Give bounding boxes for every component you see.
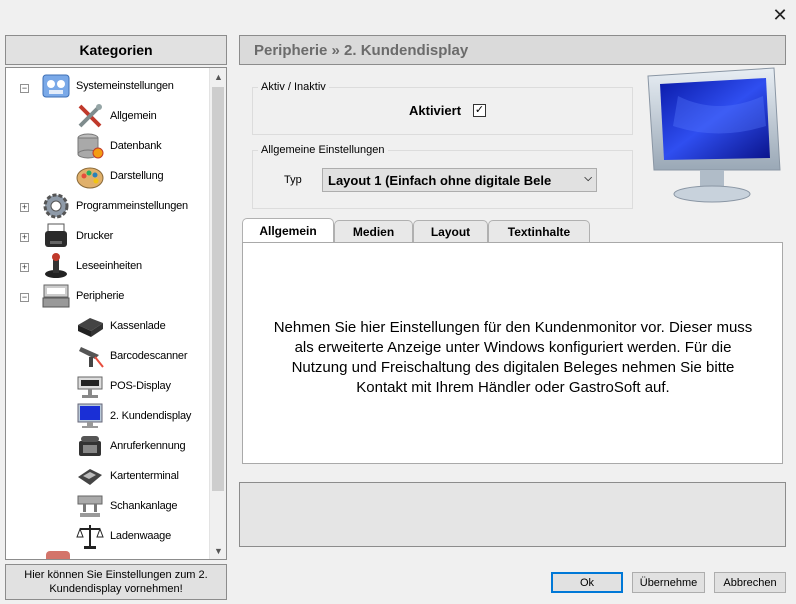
tree-item-leseeinheiten[interactable]: Leseeinheiten: [41, 251, 142, 281]
expand-toggle-leseeinheiten[interactable]: +: [20, 263, 29, 272]
tree-item-label: Kassenlade: [110, 320, 166, 332]
active-checkbox[interactable]: ✓: [473, 104, 486, 117]
apply-button[interactable]: Übernehme: [632, 572, 705, 593]
tab-textinhalte[interactable]: Textinhalte: [488, 220, 590, 242]
tree-item-label: Programmeinstellungen: [76, 200, 188, 212]
tab-allgemein[interactable]: Allgemein: [242, 218, 334, 242]
scale-icon: [75, 521, 105, 551]
card-terminal-icon: [75, 461, 105, 491]
monitor-icon: [75, 401, 105, 431]
collapse-toggle-peripherie[interactable]: −: [20, 293, 29, 302]
chevron-down-icon: ⌵: [584, 173, 592, 184]
tab-layout[interactable]: Layout: [413, 220, 488, 242]
phone-icon: [75, 431, 105, 461]
tree-item-programmeinstellungen[interactable]: Programmeinstellungen: [41, 191, 188, 221]
tree-item-label: Systemeinstellungen: [76, 80, 174, 92]
sidebar-hint: Hier können Sie Einstellungen zum 2. Kun…: [5, 564, 227, 600]
general-group-legend: Allgemeine Einstellungen: [258, 144, 388, 156]
barcode-scanner-icon: [75, 341, 105, 371]
tree-item-barcodescanner[interactable]: Barcodescanner: [75, 341, 188, 371]
tree-item-label: Darstellung: [110, 170, 164, 182]
tree-item-label: Ladenwaage: [110, 530, 172, 542]
gear-icon: [41, 191, 71, 221]
tree-item-schankanlage[interactable]: Schankanlage: [75, 491, 178, 521]
info-text: Nehmen Sie hier Einstellungen für den Ku…: [273, 319, 753, 396]
tree-item-allgemein[interactable]: Allgemein: [75, 101, 157, 131]
tree-item-kartenterminal[interactable]: Kartenterminal: [75, 461, 179, 491]
database-icon: [75, 131, 105, 161]
breadcrumb: Peripherie » 2. Kundendisplay: [239, 35, 786, 65]
active-group-legend: Aktiv / Inaktiv: [258, 81, 329, 93]
type-select[interactable]: Layout 1 (Einfach ohne digitale Bele ⌵: [322, 168, 597, 192]
reader-icon: [41, 251, 71, 281]
tree-item-label: POS-Display: [110, 380, 171, 392]
system-settings-icon: [41, 71, 71, 101]
monitor-illustration: [638, 66, 786, 206]
expand-toggle-drucker[interactable]: +: [20, 233, 29, 242]
collapse-toggle-systemeinstellungen[interactable]: −: [20, 84, 29, 93]
palette-icon: [75, 161, 105, 191]
tree-item-kassenlade[interactable]: Kassenlade: [75, 311, 166, 341]
tab-panel-allgemein: Nehmen Sie hier Einstellungen für den Ku…: [242, 242, 783, 464]
ok-button[interactable]: Ok: [551, 572, 623, 593]
tree-item-label: Allgemein: [110, 110, 157, 122]
tree-item-label: Barcodescanner: [110, 350, 188, 362]
scroll-thumb[interactable]: [212, 87, 224, 491]
close-button[interactable]: ✕: [766, 2, 794, 28]
cash-drawer-icon: [75, 311, 105, 341]
tree-item-pos-display[interactable]: POS-Display: [75, 371, 171, 401]
tree-item-datenbank[interactable]: Datenbank: [75, 131, 162, 161]
scroll-down-icon[interactable]: ▼: [210, 542, 226, 559]
tree-item-darstellung[interactable]: Darstellung: [75, 161, 164, 191]
tree-item-label: 2. Kundendisplay: [110, 410, 192, 422]
tree-item-anruferkennung[interactable]: Anruferkennung: [75, 431, 186, 461]
tools-icon: [75, 101, 105, 131]
tree-item-ladenwaage[interactable]: Ladenwaage: [75, 521, 171, 551]
type-select-value: Layout 1 (Einfach ohne digitale Bele: [328, 172, 552, 188]
type-label: Typ: [284, 174, 302, 186]
status-area: [239, 482, 786, 547]
active-checkbox-label: Aktiviert: [409, 103, 462, 118]
tree-item-label: Peripherie: [76, 290, 125, 302]
expand-toggle-programmeinstellungen[interactable]: +: [20, 203, 29, 212]
tree-item-label: Datenbank: [110, 140, 162, 152]
cancel-button[interactable]: Abbrechen: [714, 572, 786, 593]
tree-item-peripherie[interactable]: Peripherie: [41, 281, 124, 311]
tab-medien[interactable]: Medien: [334, 220, 413, 242]
tree-item-label: Leseeinheiten: [76, 260, 142, 272]
peripherals-icon: [41, 281, 71, 311]
tap-system-icon: [75, 491, 105, 521]
tree-scrollbar[interactable]: ▲ ▼: [209, 68, 226, 559]
tree-item-label: Anruferkennung: [110, 440, 186, 452]
tree-item-systemeinstellungen[interactable]: Systemeinstellungen: [41, 71, 174, 101]
scroll-up-icon[interactable]: ▲: [210, 68, 226, 85]
pos-display-icon: [75, 371, 105, 401]
tree-item-label: Kartenterminal: [110, 470, 179, 482]
sidebar-title: Kategorien: [5, 35, 227, 65]
partial-item-icon: [46, 551, 70, 559]
tree-item-drucker[interactable]: Drucker: [41, 221, 113, 251]
tree-item-2-kundendisplay[interactable]: 2. Kundendisplay: [75, 401, 191, 431]
tree-item-label: Schankanlage: [110, 500, 178, 512]
tree-item-label: Drucker: [76, 230, 114, 242]
category-tree[interactable]: − Systemeinstellungen Allgemein Datenban…: [5, 67, 227, 560]
printer-icon: [41, 221, 71, 251]
